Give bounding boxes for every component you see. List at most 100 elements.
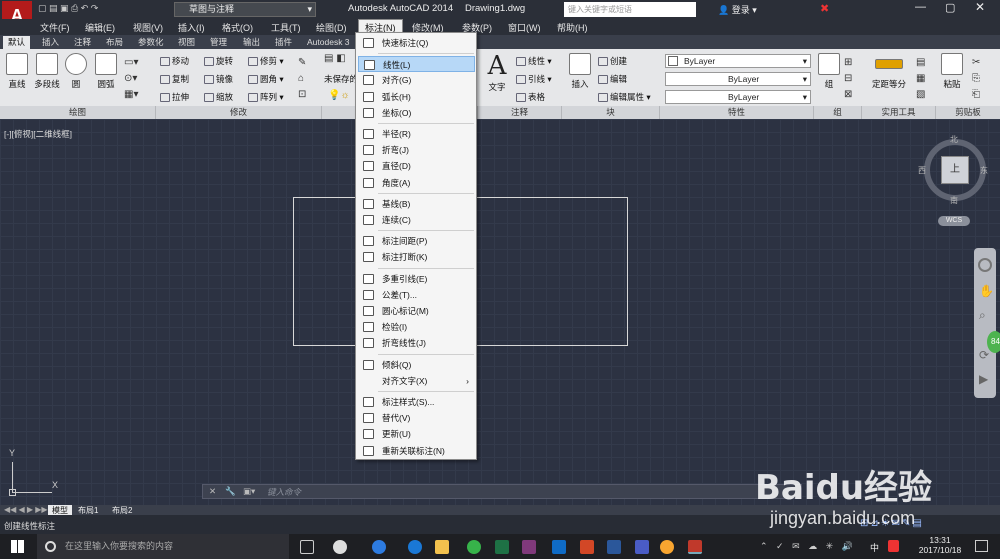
tab-view[interactable]: 视图 bbox=[173, 36, 200, 49]
utility-small-tools[interactable]: ▤ ▦ ▧ bbox=[916, 55, 930, 103]
notification-icon[interactable] bbox=[975, 540, 988, 552]
tab-nav-arrows[interactable]: ◀◀ ◀ ▶ ▶▶ bbox=[4, 505, 48, 514]
measure-button[interactable]: 定距等分 bbox=[868, 53, 910, 90]
menu-item-24[interactable]: 倾斜(Q) bbox=[358, 357, 475, 373]
workspace-dropdown[interactable]: 草图与注释 ▾ bbox=[174, 2, 316, 17]
menu-draw[interactable]: 绘图(D) bbox=[316, 21, 347, 34]
wcs-menu[interactable]: WCS bbox=[938, 216, 970, 226]
menu-item-22[interactable]: 折弯线性(J) bbox=[358, 335, 475, 351]
menu-item-5[interactable]: 坐标(O) bbox=[358, 105, 475, 121]
command-history-icon[interactable]: ▣▾ bbox=[243, 486, 255, 497]
menu-item-8[interactable]: 折弯(J) bbox=[358, 142, 475, 158]
line-button[interactable]: 直线 bbox=[4, 53, 30, 90]
tab-annotate[interactable]: 注释 bbox=[69, 36, 96, 49]
paste-button[interactable]: 粘贴 bbox=[940, 53, 964, 90]
edit-block-button[interactable]: 编辑 bbox=[598, 73, 627, 85]
viewport-controls[interactable]: [-][俯视][二维线框] bbox=[4, 128, 72, 140]
excel-icon[interactable] bbox=[495, 540, 509, 554]
tab-autodesk360[interactable]: Autodesk 3 bbox=[302, 36, 355, 49]
color-dropdown[interactable]: ByLayer ▾ bbox=[665, 54, 811, 68]
close-button[interactable]: ✕ bbox=[975, 0, 985, 14]
menu-item-28[interactable]: 替代(V) bbox=[358, 410, 475, 426]
properties-panel-title[interactable]: 特性 bbox=[660, 106, 814, 119]
command-line[interactable]: ✕ 🔧 ▣▾ 键入命令 bbox=[202, 484, 802, 499]
menu-window[interactable]: 窗口(W) bbox=[508, 21, 541, 34]
tab-default[interactable]: 默认 bbox=[3, 36, 31, 49]
ime-indicator[interactable]: 中 bbox=[870, 541, 879, 554]
outlook-icon[interactable] bbox=[552, 540, 566, 554]
edit-attribute-button[interactable]: 编辑属性 ▾ bbox=[598, 91, 651, 103]
pan-icon[interactable]: ✋ bbox=[979, 284, 994, 298]
layer-tools[interactable]: ▤ ◧ bbox=[324, 53, 354, 67]
orbit-icon[interactable]: ⟳ bbox=[979, 348, 989, 362]
menu-item-19[interactable]: 公差(T)... bbox=[358, 287, 475, 303]
menu-item-20[interactable]: 圆心标记(M) bbox=[358, 303, 475, 319]
scale-button[interactable]: 缩放 bbox=[204, 91, 233, 103]
taskbar-search-box[interactable]: 在这里输入你要搜索的内容 bbox=[37, 534, 289, 559]
menu-help[interactable]: 帮助(H) bbox=[557, 21, 588, 34]
compass-north[interactable]: 北 bbox=[950, 134, 958, 145]
copy-button[interactable]: 复制 bbox=[160, 73, 189, 85]
tab-plugins[interactable]: 插件 bbox=[270, 36, 297, 49]
fillet-button[interactable]: 圆角 ▾ bbox=[248, 73, 284, 85]
group-button[interactable]: 组 bbox=[818, 53, 840, 90]
rotate-button[interactable]: 旋转 bbox=[204, 55, 233, 67]
menu-item-25[interactable]: 对齐文字(X) › bbox=[358, 373, 475, 389]
groups-panel-title[interactable]: 组 bbox=[814, 106, 862, 119]
menu-view[interactable]: 视图(V) bbox=[133, 21, 163, 34]
menu-item-27[interactable]: 标注样式(S)... bbox=[358, 394, 475, 410]
menu-item-29[interactable]: 更新(U) bbox=[358, 426, 475, 442]
menu-item-12[interactable]: 基线(B) bbox=[358, 196, 475, 212]
ie-browser-icon[interactable] bbox=[372, 540, 386, 554]
autocad-taskbar-icon[interactable] bbox=[688, 540, 702, 554]
task-view-icon[interactable] bbox=[300, 540, 314, 554]
viewcube-top-face[interactable]: 上 bbox=[941, 156, 969, 184]
system-tray[interactable]: ⌃ ✓ ✉ ☁ ✳ 🔊 bbox=[760, 541, 856, 552]
viewcube[interactable]: 上 bbox=[924, 139, 986, 201]
bulb-icon[interactable]: 💡☼ bbox=[328, 90, 350, 101]
create-block-button[interactable]: 创建 bbox=[598, 55, 627, 67]
browser-app-icon[interactable] bbox=[660, 540, 674, 554]
polyline-button[interactable]: 多段线 bbox=[32, 53, 62, 90]
lineweight-dropdown[interactable]: ByLayer ▾ bbox=[665, 72, 811, 86]
showmotion-icon[interactable]: ▶ bbox=[979, 372, 988, 386]
compass-south[interactable]: 南 bbox=[950, 195, 958, 206]
draw-panel-title[interactable]: 绘图 bbox=[0, 106, 156, 119]
menu-dimension[interactable]: 标注(N) bbox=[358, 19, 403, 33]
tab-insert[interactable]: 插入 bbox=[37, 36, 64, 49]
edge-browser-icon[interactable] bbox=[408, 540, 422, 554]
array-button[interactable]: 阵列 ▾ bbox=[248, 91, 284, 103]
menu-item-2[interactable]: 线性(L) bbox=[358, 56, 475, 73]
modify-small-tools[interactable]: ✎ ⌂ ⊡ bbox=[298, 55, 320, 103]
menu-item-4[interactable]: 弧长(H) bbox=[358, 89, 475, 105]
menu-file[interactable]: 文件(F) bbox=[40, 21, 70, 34]
mirror-button[interactable]: 镜像 bbox=[204, 73, 233, 85]
menu-tools[interactable]: 工具(T) bbox=[271, 21, 301, 34]
menu-item-10[interactable]: 角度(A) bbox=[358, 175, 475, 191]
draw-small-tools[interactable]: ▭▾ ⊙▾ ▦▾ bbox=[124, 55, 150, 103]
zoom-icon[interactable]: ⌕ bbox=[979, 308, 986, 323]
menu-item-13[interactable]: 连续(C) bbox=[358, 212, 475, 228]
minimize-button[interactable]: — bbox=[915, 1, 926, 13]
compass-west[interactable]: 西 bbox=[918, 165, 926, 176]
insert-block-button[interactable]: 插入 bbox=[567, 53, 593, 90]
quick-access-toolbar[interactable]: ▢ ▤ ▣ ⎙ ↶ ↷ bbox=[38, 3, 168, 16]
onenote-icon[interactable] bbox=[522, 540, 536, 554]
table-button[interactable]: 表格 bbox=[516, 91, 545, 103]
menu-format[interactable]: 格式(O) bbox=[222, 21, 253, 34]
exchange-icon[interactable]: ✖ bbox=[820, 2, 829, 15]
tab-manage[interactable]: 管理 bbox=[205, 36, 232, 49]
search-input[interactable]: 键入关键字或短语 bbox=[564, 2, 696, 17]
linear-dim-button[interactable]: 线性 ▾ bbox=[516, 55, 552, 67]
leader-button[interactable]: 引线 ▾ bbox=[516, 73, 552, 85]
annotation-panel-title[interactable]: 注释 bbox=[478, 106, 562, 119]
text-button[interactable]: A 文字 bbox=[484, 51, 510, 93]
move-button[interactable]: 移动 bbox=[160, 55, 189, 67]
modify-panel-title[interactable]: 修改 bbox=[156, 106, 322, 119]
clipboard-panel-title[interactable]: 剪贴板 bbox=[936, 106, 1000, 119]
circle-button[interactable]: 圆 bbox=[64, 53, 88, 90]
menu-item-16[interactable]: 标注打断(K) bbox=[358, 249, 475, 265]
tab-output[interactable]: 输出 bbox=[238, 36, 265, 49]
powerpoint-icon[interactable] bbox=[580, 540, 594, 554]
linetype-dropdown[interactable]: ByLayer ▾ bbox=[665, 90, 811, 104]
